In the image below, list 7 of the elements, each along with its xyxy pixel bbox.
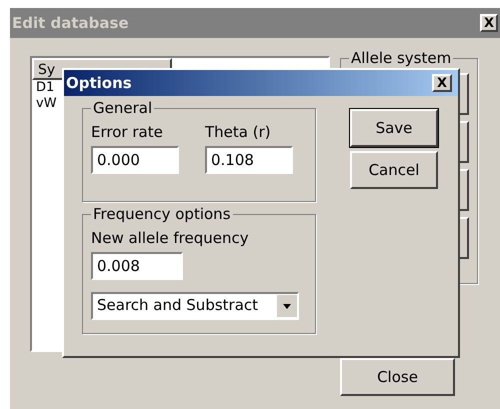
group-title: Allele system (349, 49, 454, 67)
field-label: New allele frequency (91, 228, 250, 249)
field-label: Theta (r) (205, 122, 272, 143)
window-title: Edit database (12, 12, 129, 34)
group-title: Frequency options (91, 205, 233, 223)
dialog-title: Options (66, 72, 132, 94)
field-label: Error rate (91, 122, 164, 143)
